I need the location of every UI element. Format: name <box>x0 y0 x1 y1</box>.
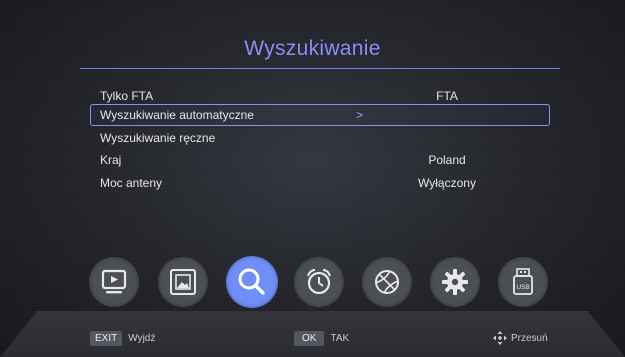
menu-item-antenna-power[interactable]: Moc anteny Wyłączony <box>90 172 550 194</box>
chevron-right-icon: > <box>356 108 364 122</box>
ok-hint[interactable]: OK TAK <box>294 331 349 346</box>
title-divider <box>80 68 560 69</box>
tv-screen: Wyszukiwanie Tylko FTA FTA Wyszukiwanie … <box>0 0 625 357</box>
alarm-clock-icon[interactable] <box>294 257 344 307</box>
exit-label: Wyjdź <box>128 333 156 344</box>
menu-item-label: Wyszukiwanie ręczne <box>100 131 216 145</box>
menu-item-value: Wyłączony <box>418 176 476 190</box>
menu-item-manual-search[interactable]: Wyszukiwanie ręczne <box>90 127 550 149</box>
menu-item-label: Tylko FTA <box>100 89 154 103</box>
menu-item-label: Wyszukiwanie automatyczne <box>100 108 254 122</box>
move-label: Przesuń <box>511 332 548 344</box>
ball-icon[interactable] <box>362 257 412 307</box>
menu-item-label: Kraj <box>100 153 122 167</box>
ok-key: OK <box>294 331 325 346</box>
menu-item-value: Poland <box>428 153 466 167</box>
menu-item-value: FTA <box>436 89 458 103</box>
picture-icon[interactable] <box>158 257 208 307</box>
tv-icon[interactable] <box>89 257 139 307</box>
move-hint: Przesuń <box>493 331 548 345</box>
exit-hint[interactable]: EXIT Wyjdź <box>90 331 155 346</box>
ok-label: TAK <box>330 333 350 344</box>
gear-icon[interactable] <box>430 257 480 307</box>
usb-icon[interactable]: USB <box>498 257 548 307</box>
menu-item-auto-search[interactable]: Wyszukiwanie automatyczne > <box>90 104 550 126</box>
move-arrows-icon <box>493 331 507 345</box>
search-icon[interactable] <box>226 256 278 308</box>
svg-text:USB: USB <box>516 284 529 291</box>
menu-item-label: Moc anteny <box>100 176 163 190</box>
page-title: Wyszukiwanie <box>244 37 381 60</box>
exit-key: EXIT <box>90 331 123 346</box>
menu-item-country[interactable]: Kraj Poland <box>90 149 550 171</box>
